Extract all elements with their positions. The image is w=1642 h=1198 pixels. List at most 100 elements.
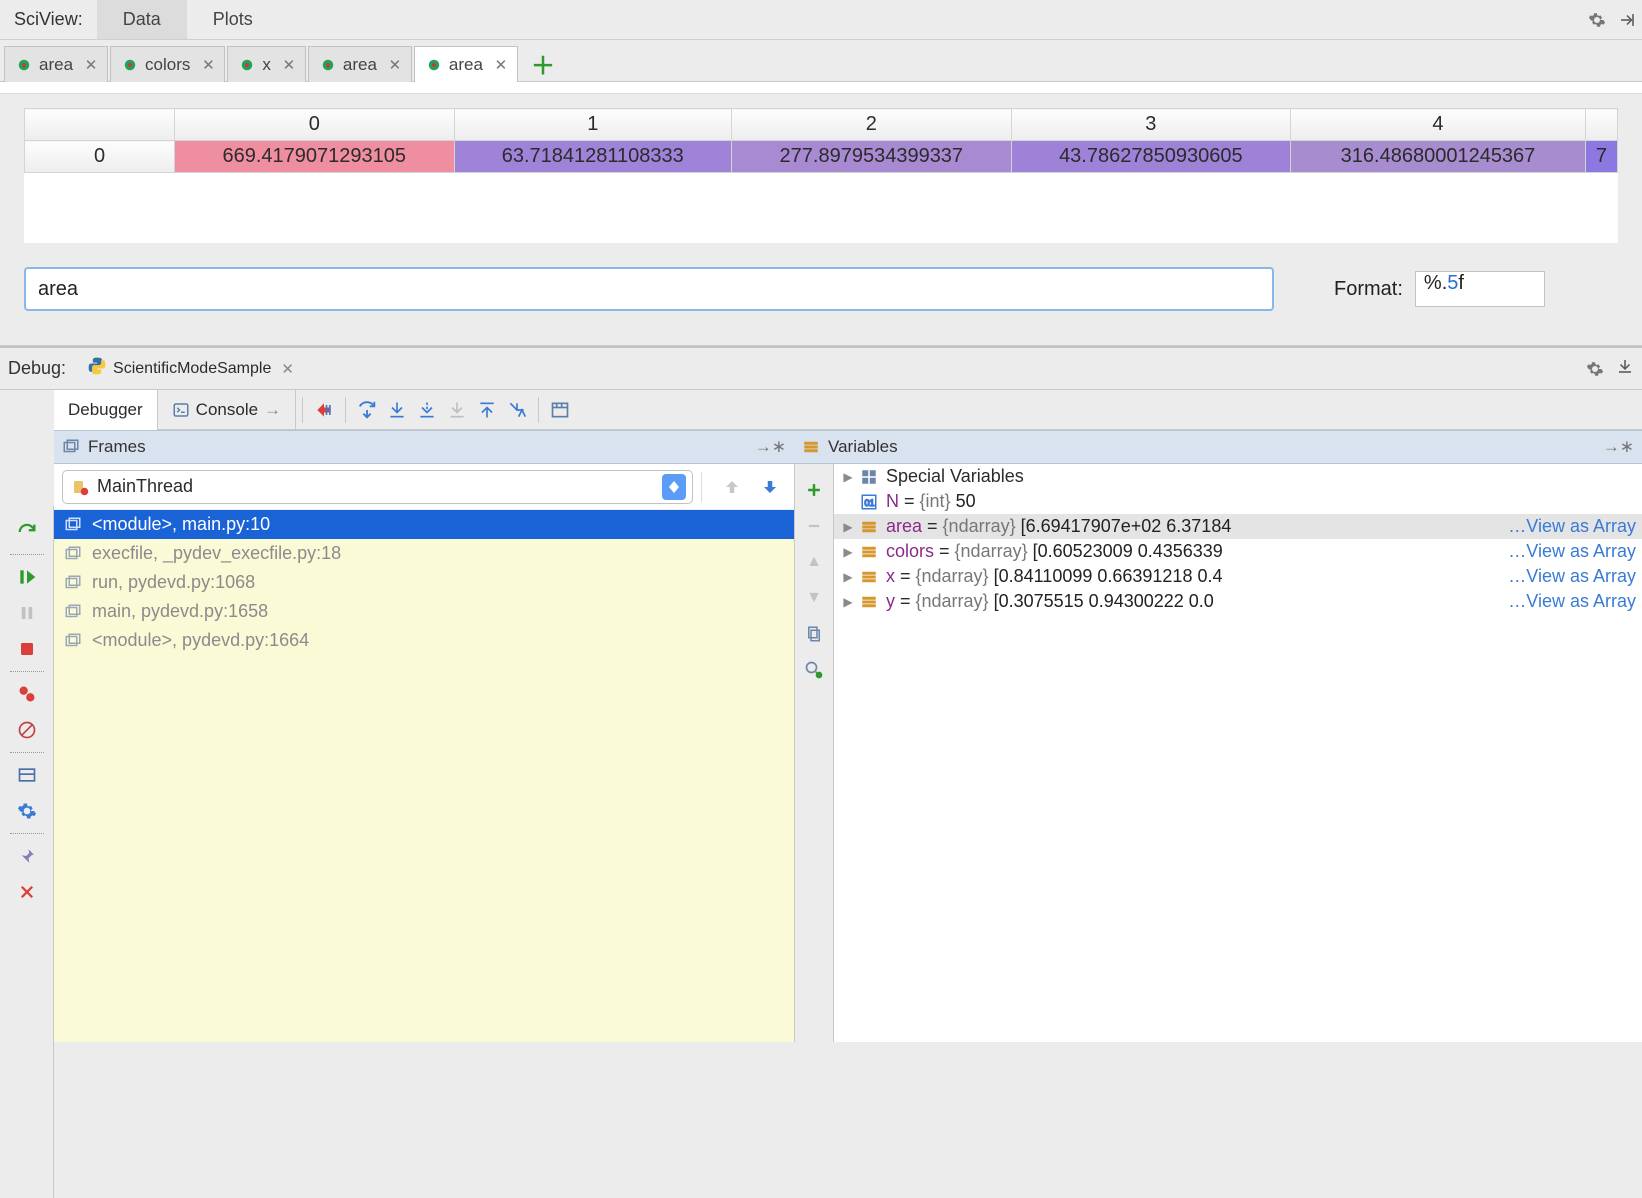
format-input[interactable]: %.5f — [1415, 271, 1545, 307]
close-icon[interactable]: ✕ — [493, 57, 509, 73]
remove-watch-button[interactable] — [800, 512, 828, 540]
call-stack: <module>, main.py:10 execfile, _pydev_ex… — [54, 510, 794, 1042]
layout-button[interactable] — [11, 759, 43, 791]
close-icon[interactable]: ✕ — [200, 57, 216, 73]
stack-frame[interactable]: main, pydevd.py:1658 — [54, 597, 794, 626]
variable-value: 50 — [956, 491, 976, 512]
format-suffix: f — [1458, 272, 1464, 294]
grid-cell[interactable]: 669.4179071293105 — [175, 141, 455, 173]
add-tab-button[interactable]: ＋ — [520, 46, 566, 81]
array-icon — [860, 593, 882, 611]
variable-row[interactable]: ▶ area = {ndarray} [6.69417907e+02 6.371… — [834, 514, 1642, 539]
variable-name: N — [886, 491, 899, 512]
col-header[interactable]: 1 — [454, 109, 732, 141]
variable-value: [0.84110099 0.66391218 0.4 — [994, 566, 1223, 587]
frame-icon — [64, 603, 86, 621]
thread-selector[interactable]: MainThread — [62, 470, 693, 504]
add-watch-button[interactable] — [800, 476, 828, 504]
debug-gutter — [0, 506, 54, 1198]
data-grid[interactable]: 0 1 2 3 4 0 669.4179071293105 63.7184128… — [24, 108, 1618, 173]
down-button[interactable]: ▼ — [800, 584, 828, 612]
close-icon[interactable]: ✕ — [281, 360, 294, 378]
hide-panel-icon[interactable] — [1612, 0, 1642, 40]
tab-console[interactable]: Console → — [158, 390, 296, 430]
layout-icon[interactable] — [1616, 357, 1634, 380]
stop-button[interactable] — [11, 633, 43, 665]
mute-breakpoints-button[interactable] — [11, 714, 43, 746]
tab-debugger[interactable]: Debugger — [54, 390, 158, 430]
run-to-cursor-button[interactable] — [502, 395, 532, 425]
col-header[interactable]: 0 — [175, 109, 455, 141]
variable-name: colors — [886, 541, 934, 562]
grid-cell[interactable]: 277.8979534399337 — [732, 141, 1012, 173]
copy-button[interactable] — [800, 620, 828, 648]
show-watches-button[interactable] — [800, 656, 828, 684]
sciview-tab-data[interactable]: Data — [97, 0, 187, 39]
view-as-array-link[interactable]: …View as Array — [1500, 541, 1636, 562]
close-icon[interactable]: ✕ — [387, 57, 403, 73]
bug-icon — [238, 56, 256, 74]
array-tab-1[interactable]: colors ✕ — [110, 46, 225, 82]
expand-icon[interactable]: ▶ — [840, 470, 856, 484]
step-out-button[interactable] — [472, 395, 502, 425]
stack-frame[interactable]: <module>, main.py:10 — [54, 510, 794, 539]
view-as-array-link[interactable]: …View as Array — [1500, 591, 1636, 612]
debug-title: Debug: — [8, 358, 66, 379]
restore-layout-icon[interactable]: →∗ — [755, 437, 786, 457]
array-tab-2[interactable]: x ✕ — [227, 46, 306, 82]
rerun-button[interactable] — [11, 516, 43, 548]
gear-icon[interactable] — [1582, 0, 1612, 40]
expand-icon[interactable]: ▶ — [840, 545, 856, 559]
variable-row[interactable]: ▶ Special Variables — [834, 464, 1642, 489]
expand-icon[interactable]: ▶ — [840, 595, 856, 609]
row-header[interactable]: 0 — [25, 141, 175, 173]
variable-row[interactable]: ▶ y = {ndarray} [0.3075515 0.94300222 0.… — [834, 589, 1642, 614]
array-tab-4[interactable]: area ✕ — [414, 46, 518, 82]
evaluate-expression-button[interactable] — [545, 395, 575, 425]
variables-icon — [802, 438, 820, 456]
resume-button[interactable] — [11, 561, 43, 593]
stack-frame[interactable]: <module>, pydevd.py:1664 — [54, 626, 794, 655]
array-tab-3[interactable]: area ✕ — [308, 46, 412, 82]
restore-layout-icon[interactable]: →∗ — [1603, 437, 1634, 457]
col-header[interactable]: 4 — [1291, 109, 1586, 141]
show-execution-point-button[interactable] — [309, 395, 339, 425]
close-icon[interactable]: ✕ — [83, 57, 99, 73]
stack-frame[interactable]: run, pydevd.py:1068 — [54, 568, 794, 597]
force-step-into-button[interactable] — [442, 395, 472, 425]
expand-icon[interactable]: ▶ — [840, 520, 856, 534]
variable-row[interactable]: ▶ colors = {ndarray} [0.60523009 0.43563… — [834, 539, 1642, 564]
variable-name: area — [886, 516, 922, 537]
view-breakpoints-button[interactable] — [11, 678, 43, 710]
step-into-button[interactable] — [382, 395, 412, 425]
slice-expression-input[interactable] — [24, 267, 1274, 311]
grid-cell[interactable]: 316.48680001245367 — [1291, 141, 1586, 173]
prev-frame-button[interactable] — [716, 471, 748, 503]
step-into-mycode-button[interactable] — [412, 395, 442, 425]
pause-button[interactable] — [11, 597, 43, 629]
view-as-array-link[interactable]: …View as Array — [1500, 516, 1636, 537]
view-as-array-link[interactable]: …View as Array — [1500, 566, 1636, 587]
grid-cell[interactable]: 63.71841281108333 — [454, 141, 732, 173]
expand-icon[interactable]: ▶ — [840, 570, 856, 584]
next-frame-button[interactable] — [754, 471, 786, 503]
close-icon[interactable]: ✕ — [281, 57, 297, 73]
variable-row[interactable]: ▶ 01 N = {int} 50 — [834, 489, 1642, 514]
sciview-tab-plots[interactable]: Plots — [187, 0, 279, 39]
variable-row[interactable]: ▶ x = {ndarray} [0.84110099 0.66391218 0… — [834, 564, 1642, 589]
settings-button[interactable] — [11, 795, 43, 827]
array-tab-0[interactable]: area ✕ — [4, 46, 108, 82]
col-header[interactable]: 3 — [1011, 109, 1291, 141]
up-button[interactable]: ▲ — [800, 548, 828, 576]
stack-frame-label: execfile, _pydev_execfile.py:18 — [92, 543, 341, 564]
close-button[interactable] — [11, 876, 43, 908]
gear-icon[interactable] — [1580, 349, 1610, 389]
step-over-button[interactable] — [352, 395, 382, 425]
frames-title: Frames — [88, 437, 146, 457]
console-icon — [172, 401, 190, 419]
stack-frame[interactable]: execfile, _pydev_execfile.py:18 — [54, 539, 794, 568]
run-config-tab[interactable]: ScientificModeSample ✕ — [78, 351, 303, 386]
col-header[interactable]: 2 — [732, 109, 1012, 141]
grid-cell[interactable]: 43.78627850930605 — [1011, 141, 1291, 173]
pin-button[interactable] — [11, 840, 43, 872]
